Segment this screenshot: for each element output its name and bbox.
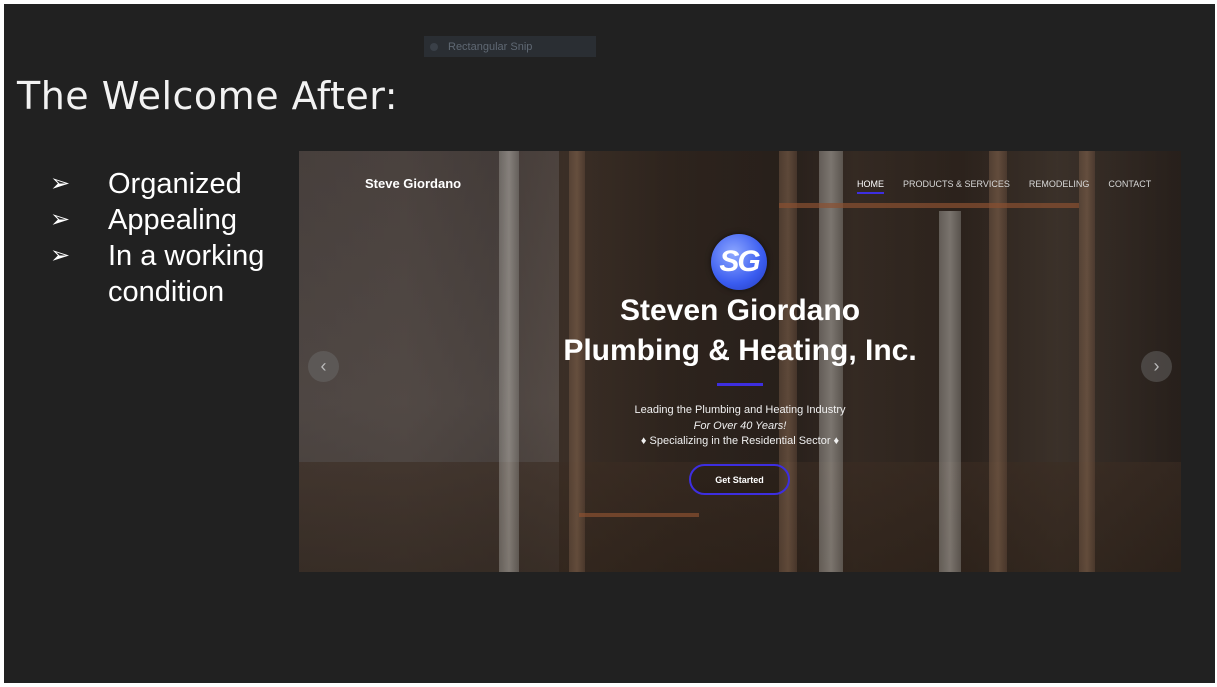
arrow-bullet-icon: ➢: [50, 170, 71, 197]
sg-logo: SG: [711, 234, 767, 290]
nav-remodeling[interactable]: REMODELING: [1029, 179, 1090, 189]
hero-divider: [717, 383, 763, 386]
bullet-item: ➢ Organized: [50, 166, 288, 202]
snip-label: Rectangular Snip: [448, 40, 533, 53]
site-brand[interactable]: Steve Giordano: [365, 176, 461, 191]
hero-title-line1: Steven Giordano: [619, 294, 861, 327]
tagline-line1: Leading the Plumbing and Heating Industr…: [634, 404, 846, 416]
tagline-line2: For Over 40 Years!: [693, 419, 787, 432]
background-pipe: [939, 211, 961, 572]
arrow-bullet-icon: ➢: [50, 242, 71, 269]
background-copper-pipe: [579, 513, 699, 517]
bullet-text: Organized: [108, 168, 242, 200]
site-nav: HOME PRODUCTS & SERVICES REMODELING CONT…: [857, 179, 1151, 194]
tagline-line3: ♦ Specializing in the Residential Sector…: [640, 435, 840, 447]
website-screenshot: Steve Giordano HOME PRODUCTS & SERVICES …: [299, 151, 1181, 572]
bullet-text: In a working condition: [108, 240, 265, 308]
get-started-button[interactable]: Get Started: [689, 464, 790, 495]
hero-title: Steven Giordano Plumbing & Heating, Inc.: [299, 291, 1181, 371]
presentation-slide: Rectangular Snip The Welcome After: ➢ Or…: [4, 4, 1215, 683]
bullet-item: ➢ Appealing: [50, 202, 288, 238]
bullet-list: ➢ Organized ➢ Appealing ➢ In a working c…: [50, 166, 288, 310]
background-copper-pipe: [779, 203, 1079, 208]
slide-title: The Welcome After:: [17, 74, 399, 118]
nav-contact[interactable]: CONTACT: [1108, 179, 1151, 189]
nav-products-services[interactable]: PRODUCTS & SERVICES: [903, 179, 1010, 189]
hero-tagline: Leading the Plumbing and Heating Industr…: [299, 403, 1181, 450]
hero-title-line2: Plumbing & Heating, Inc.: [563, 334, 917, 367]
arrow-bullet-icon: ➢: [50, 206, 71, 233]
bullet-item: ➢ In a working condition: [50, 238, 288, 310]
snip-toolbar[interactable]: Rectangular Snip: [424, 36, 596, 57]
snip-icon: [430, 42, 438, 51]
bullet-text: Appealing: [108, 204, 237, 236]
nav-home[interactable]: HOME: [857, 179, 884, 194]
